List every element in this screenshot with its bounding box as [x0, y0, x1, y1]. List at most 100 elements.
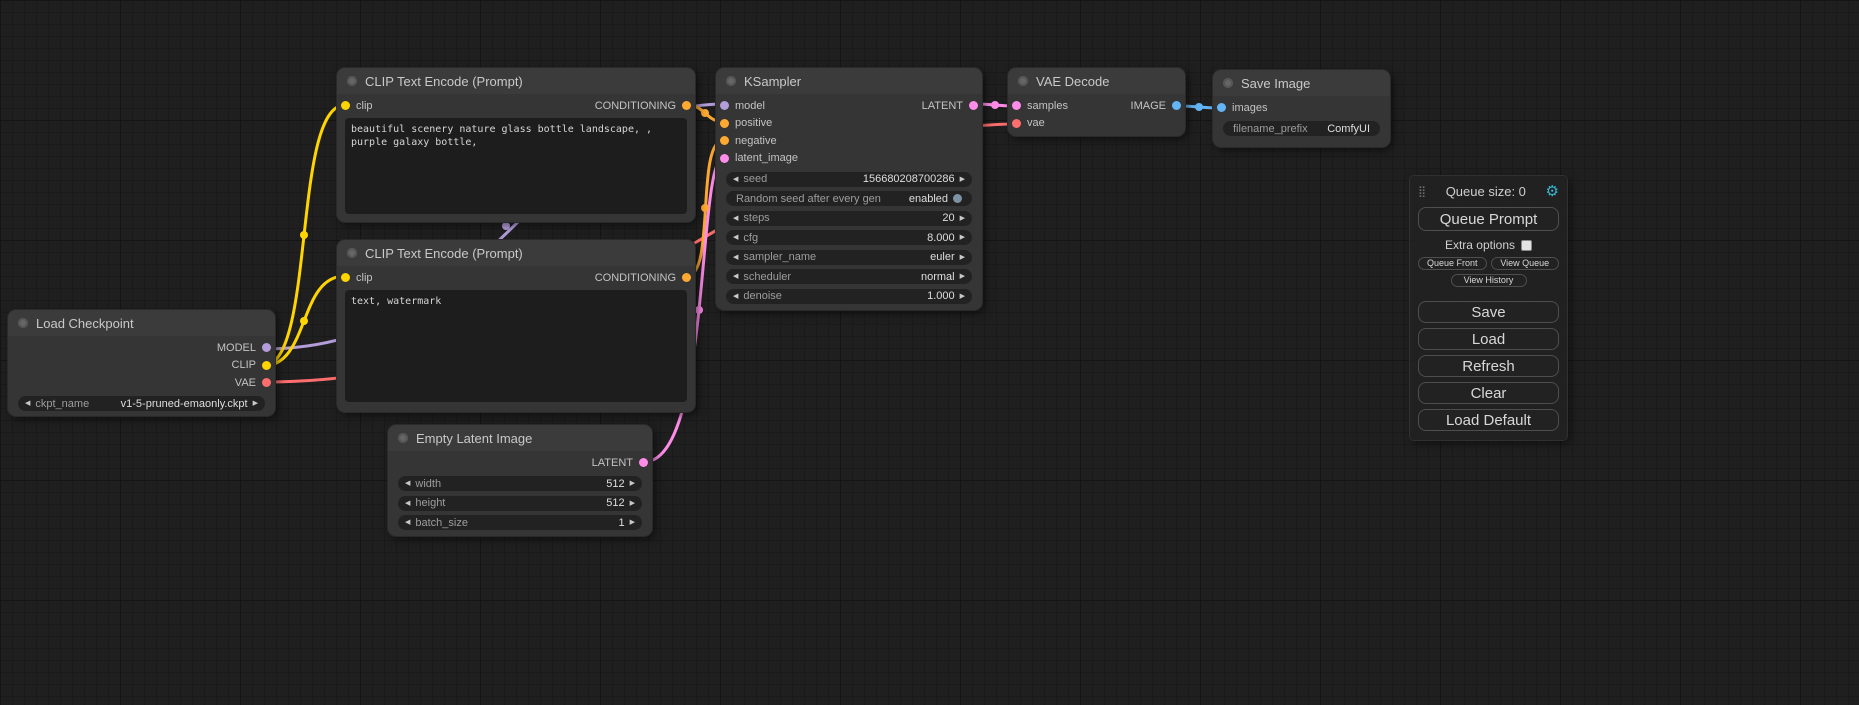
steps-widget[interactable]: ◀ steps 20 ▶	[726, 211, 972, 226]
negative-input-port[interactable]	[720, 136, 729, 145]
node-empty-latent-image[interactable]: Empty Latent Image LATENT ◀ width 512 ▶ …	[388, 425, 652, 536]
image-output-port[interactable]	[1172, 101, 1181, 110]
widget-value: euler	[930, 251, 954, 263]
node-save-image[interactable]: Save Image images filename_prefix ComfyU…	[1213, 70, 1390, 147]
increment-arrow-icon[interactable]: ▶	[630, 480, 635, 487]
sampler-name-widget[interactable]: ◀ sampler_name euler ▶	[726, 250, 972, 265]
images-input-label: images	[1232, 102, 1267, 114]
port-row: negative	[716, 132, 982, 150]
load-default-button[interactable]: Load Default	[1418, 409, 1559, 431]
latent-image-input-port[interactable]	[720, 154, 729, 163]
random-seed-toggle[interactable]: Random seed after every gen enabled	[726, 191, 972, 206]
decrement-arrow-icon[interactable]: ◀	[25, 400, 30, 407]
collapse-dot-icon[interactable]	[18, 318, 28, 328]
node-clip-text-encode-positive[interactable]: CLIP Text Encode (Prompt) clip CONDITION…	[337, 68, 695, 222]
vae-input-port[interactable]	[1012, 119, 1021, 128]
decrement-arrow-icon[interactable]: ◀	[405, 500, 410, 507]
node-titlebar[interactable]: KSampler	[716, 68, 982, 94]
graph-canvas[interactable]: Load Checkpoint MODEL CLIP VAE ◀ ckpt_na…	[0, 0, 1859, 705]
increment-arrow-icon[interactable]: ▶	[960, 176, 965, 183]
images-input-port[interactable]	[1217, 103, 1226, 112]
latent-output-label: LATENT	[922, 100, 963, 112]
collapse-dot-icon[interactable]	[398, 433, 408, 443]
batch-size-widget[interactable]: ◀ batch_size 1 ▶	[398, 515, 642, 530]
node-titlebar[interactable]: CLIP Text Encode (Prompt)	[337, 68, 695, 94]
decrement-arrow-icon[interactable]: ◀	[733, 293, 738, 300]
clip-input-port[interactable]	[341, 101, 350, 110]
link-midpoint-dot	[695, 306, 703, 314]
height-widget[interactable]: ◀ height 512 ▶	[398, 496, 642, 511]
widget-label: cfg	[743, 232, 758, 244]
save-button[interactable]: Save	[1418, 301, 1559, 323]
model-input-port[interactable]	[720, 101, 729, 110]
settings-gear-icon[interactable]: ⚙	[1546, 182, 1559, 200]
increment-arrow-icon[interactable]: ▶	[960, 254, 965, 261]
increment-arrow-icon[interactable]: ▶	[960, 273, 965, 280]
node-title: KSampler	[744, 74, 801, 89]
denoise-widget[interactable]: ◀ denoise 1.000 ▶	[726, 289, 972, 304]
model-output-port[interactable]	[262, 343, 271, 352]
increment-arrow-icon[interactable]: ▶	[960, 234, 965, 241]
filename-prefix-widget[interactable]: filename_prefix ComfyUI	[1223, 121, 1380, 136]
menu-spacer	[1418, 287, 1559, 296]
link-midpoint-dot	[701, 109, 709, 117]
widget-value: v1-5-pruned-emaonly.ckpt	[121, 398, 248, 410]
node-load-checkpoint[interactable]: Load Checkpoint MODEL CLIP VAE ◀ ckpt_na…	[8, 310, 275, 416]
widget-label: steps	[743, 212, 769, 224]
decrement-arrow-icon[interactable]: ◀	[733, 176, 738, 183]
widget-label: ckpt_name	[35, 398, 89, 410]
increment-arrow-icon[interactable]: ▶	[630, 519, 635, 526]
latent-output-label: LATENT	[592, 457, 633, 469]
decrement-arrow-icon[interactable]: ◀	[405, 519, 410, 526]
decrement-arrow-icon[interactable]: ◀	[733, 234, 738, 241]
extra-options-checkbox[interactable]	[1521, 240, 1532, 251]
collapse-dot-icon[interactable]	[347, 76, 357, 86]
increment-arrow-icon[interactable]: ▶	[960, 215, 965, 222]
node-titlebar[interactable]: VAE Decode	[1008, 68, 1185, 94]
view-queue-button[interactable]: View Queue	[1491, 257, 1560, 270]
cfg-widget[interactable]: ◀ cfg 8.000 ▶	[726, 230, 972, 245]
node-clip-text-encode-negative[interactable]: CLIP Text Encode (Prompt) clip CONDITION…	[337, 240, 695, 412]
clip-input-port[interactable]	[341, 273, 350, 282]
decrement-arrow-icon[interactable]: ◀	[733, 273, 738, 280]
vae-output-port[interactable]	[262, 378, 271, 387]
conditioning-output-port[interactable]	[682, 273, 691, 282]
width-widget[interactable]: ◀ width 512 ▶	[398, 476, 642, 491]
positive-input-port[interactable]	[720, 119, 729, 128]
node-vae-decode[interactable]: VAE Decode samples IMAGE vae	[1008, 68, 1185, 136]
increment-arrow-icon[interactable]: ▶	[960, 293, 965, 300]
load-button[interactable]: Load	[1418, 328, 1559, 350]
positive-prompt-textarea[interactable]: beautiful scenery nature glass bottle la…	[345, 118, 687, 214]
increment-arrow-icon[interactable]: ▶	[253, 400, 258, 407]
refresh-button[interactable]: Refresh	[1418, 355, 1559, 377]
negative-prompt-textarea[interactable]: text, watermark	[345, 290, 687, 402]
increment-arrow-icon[interactable]: ▶	[630, 500, 635, 507]
samples-input-port[interactable]	[1012, 101, 1021, 110]
ckpt-name-widget[interactable]: ◀ ckpt_name v1-5-pruned-emaonly.ckpt ▶	[18, 396, 265, 411]
node-ksampler[interactable]: KSampler model LATENT positive negative …	[716, 68, 982, 310]
decrement-arrow-icon[interactable]: ◀	[733, 215, 738, 222]
node-titlebar[interactable]: Empty Latent Image	[388, 425, 652, 451]
decrement-arrow-icon[interactable]: ◀	[405, 480, 410, 487]
node-titlebar[interactable]: Save Image	[1213, 70, 1390, 96]
conditioning-output-port[interactable]	[682, 101, 691, 110]
toggle-indicator-icon	[953, 194, 962, 203]
clear-button[interactable]: Clear	[1418, 382, 1559, 404]
queue-front-button[interactable]: Queue Front	[1418, 257, 1487, 270]
node-titlebar[interactable]: CLIP Text Encode (Prompt)	[337, 240, 695, 266]
clip-output-label: CLIP	[232, 359, 256, 371]
node-titlebar[interactable]: Load Checkpoint	[8, 310, 275, 336]
latent-output-port[interactable]	[969, 101, 978, 110]
drag-handle-icon[interactable]: ⣿	[1418, 185, 1426, 198]
queue-prompt-button[interactable]: Queue Prompt	[1418, 207, 1559, 231]
collapse-dot-icon[interactable]	[726, 76, 736, 86]
collapse-dot-icon[interactable]	[1018, 76, 1028, 86]
decrement-arrow-icon[interactable]: ◀	[733, 254, 738, 261]
scheduler-widget[interactable]: ◀ scheduler normal ▶	[726, 269, 972, 284]
collapse-dot-icon[interactable]	[1223, 78, 1233, 88]
collapse-dot-icon[interactable]	[347, 248, 357, 258]
view-history-button[interactable]: View History	[1451, 274, 1527, 287]
seed-widget[interactable]: ◀ seed 156680208700286 ▶	[726, 172, 972, 187]
clip-output-port[interactable]	[262, 361, 271, 370]
latent-output-port[interactable]	[639, 458, 648, 467]
